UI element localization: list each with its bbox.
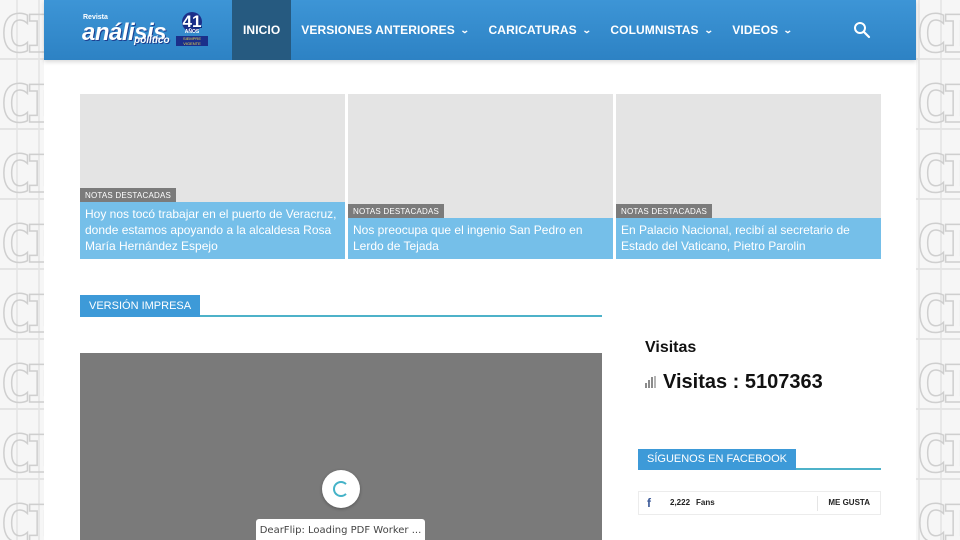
visitas-title: Visitas	[645, 339, 697, 356]
logo-sub-text: político	[134, 35, 170, 46]
featured-caption: Nos preocupa que el ingenio San Pedro en…	[348, 218, 613, 259]
badge-anos: AÑOS	[184, 29, 200, 35]
pdf-flipbook-viewer[interactable]: DearFlip: Loading PDF Worker ...	[80, 353, 602, 540]
nav-versiones-anteriores[interactable]: VERSIONES ANTERIORES ⌄	[291, 0, 478, 60]
facebook-icon[interactable]: f	[647, 496, 651, 510]
featured-caption: En Palacio Nacional, recibí al secretari…	[616, 218, 881, 259]
category-tag[interactable]: NOTAS DESTACADAS	[348, 204, 445, 219]
background-pattern-left: CI CI CI CI CI CI CI CI	[0, 4, 44, 540]
facebook-section-title: SÍGUENOS EN FACEBOOK	[638, 449, 796, 470]
main-nav: INICIO VERSIONES ANTERIORES ⌄ CARICATURA…	[232, 0, 802, 60]
nav-columnistas[interactable]: COLUMNISTAS ⌄	[600, 0, 722, 60]
fans-number: 2,222	[670, 498, 691, 507]
chevron-down-icon: ⌄	[703, 24, 714, 35]
featured-caption: Hoy nos tocó trabajar en el puerto de Ve…	[80, 202, 345, 259]
fans-label: Fans	[696, 498, 715, 507]
chevron-down-icon: ⌄	[783, 24, 794, 35]
facebook-section-header: SÍGUENOS EN FACEBOOK	[638, 449, 881, 470]
spinner-icon	[333, 481, 349, 497]
category-tag[interactable]: NOTAS DESTACADAS	[80, 188, 177, 203]
nav-label: VERSIONES ANTERIORES	[301, 23, 455, 37]
loading-status: DearFlip: Loading PDF Worker ...	[256, 519, 425, 540]
site-header: Revista análisis político 41 AÑOS SIEMPR…	[44, 0, 916, 60]
bar-chart-icon	[645, 376, 657, 388]
print-section-header: VERSIÓN IMPRESA	[80, 295, 602, 317]
page-container: Revista análisis político 41 AÑOS SIEMPR…	[44, 0, 916, 540]
featured-title[interactable]: Hoy nos tocó trabajar en el puerto de Ve…	[85, 206, 340, 254]
loading-spinner	[322, 470, 360, 508]
nav-videos[interactable]: VIDEOS ⌄	[722, 0, 802, 60]
background-pattern-right: CI CI CI CI CI CI CI CI	[916, 4, 960, 540]
category-tag[interactable]: NOTAS DESTACADAS	[616, 204, 713, 219]
featured-card[interactable]: NOTAS DESTACADAS Nos preocupa que el ing…	[348, 94, 613, 259]
anniversary-badge: 41 AÑOS SIEMPRE VIGENTE	[176, 12, 208, 46]
chevron-down-icon: ⌄	[459, 24, 470, 35]
featured-title[interactable]: En Palacio Nacional, recibí al secretari…	[621, 222, 876, 254]
visitas-counter: Visitas : 5107363	[645, 370, 823, 394]
featured-card[interactable]: NOTAS DESTACADAS En Palacio Nacional, re…	[616, 94, 881, 259]
facebook-widget: f 2,222 Fans ME GUSTA	[638, 491, 881, 515]
fans-count: 2,222 Fans	[670, 498, 715, 507]
nav-label: COLUMNISTAS	[610, 23, 699, 37]
chevron-down-icon: ⌄	[581, 24, 592, 35]
print-section-title: VERSIÓN IMPRESA	[80, 295, 201, 317]
featured-title[interactable]: Nos preocupa que el ingenio San Pedro en…	[353, 222, 608, 254]
nav-label: INICIO	[243, 23, 281, 37]
like-button[interactable]: ME GUSTA	[828, 498, 870, 507]
nav-label: CARICATURAS	[488, 23, 577, 37]
featured-card[interactable]: NOTAS DESTACADAS Hoy nos tocó trabajar e…	[80, 94, 345, 259]
site-logo[interactable]: Revista análisis político 41 AÑOS SIEMPR…	[80, 12, 210, 48]
divider	[817, 496, 818, 511]
badge-tagline: SIEMPRE VIGENTE	[176, 36, 208, 46]
nav-inicio[interactable]: INICIO	[232, 0, 292, 60]
nav-label: VIDEOS	[732, 23, 779, 37]
visitas-count-text: Visitas : 5107363	[663, 370, 823, 393]
featured-posts: NOTAS DESTACADAS Hoy nos tocó trabajar e…	[80, 94, 881, 259]
search-icon[interactable]	[852, 20, 872, 40]
nav-caricaturas[interactable]: CARICATURAS ⌄	[479, 0, 601, 60]
